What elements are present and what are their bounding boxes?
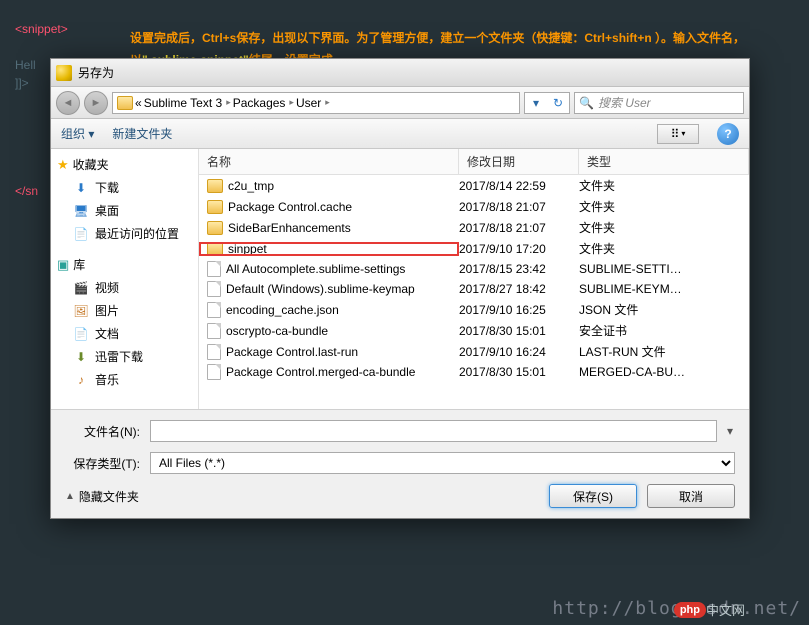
save-button[interactable]: 保存(S) bbox=[549, 484, 637, 508]
file-icon bbox=[207, 261, 221, 277]
cancel-button[interactable]: 取消 bbox=[647, 484, 735, 508]
dialog-bottom: 文件名(N): ▾ 保存类型(T): All Files (*.*) ▲隐藏文件… bbox=[51, 409, 749, 518]
table-row[interactable]: Default (Windows).sublime-keymap2017/8/2… bbox=[199, 279, 749, 299]
filename-input[interactable] bbox=[150, 420, 717, 442]
toolbar: 组织 ▾ 新建文件夹 ⠿▾ ? bbox=[51, 119, 749, 149]
breadcrumb-bar[interactable]: « Sublime Text 3▸ Packages▸ User▸ bbox=[112, 92, 520, 114]
search-input[interactable]: 🔍 搜索 User bbox=[574, 92, 744, 114]
nav-item-icon: ⬇ bbox=[73, 180, 89, 196]
nav-item-icon: ⬇ bbox=[73, 349, 89, 365]
history-dropdown-icon[interactable]: ▾ bbox=[525, 93, 547, 113]
table-row[interactable]: sinppet2017/9/10 17:20文件夹 bbox=[199, 238, 749, 259]
address-bar: ◄ ► « Sublime Text 3▸ Packages▸ User▸ ▾ … bbox=[51, 87, 749, 119]
view-mode-button[interactable]: ⠿▾ bbox=[657, 124, 699, 144]
table-row[interactable]: All Autocomplete.sublime-settings2017/8/… bbox=[199, 259, 749, 279]
file-list[interactable]: 名称 修改日期 类型 c2u_tmp2017/8/14 22:59文件夹Pack… bbox=[199, 149, 749, 409]
favorites-header[interactable]: ★收藏夹 bbox=[51, 153, 198, 176]
chevron-up-icon: ▲ bbox=[65, 491, 75, 502]
folder-icon bbox=[207, 179, 223, 193]
folder-icon bbox=[207, 221, 223, 235]
sidebar-item[interactable]: 📄文档 bbox=[51, 322, 198, 345]
refresh-dropdown[interactable]: ▾ ↻ bbox=[524, 92, 570, 114]
left-nav-pane: ★收藏夹 ⬇下载🖥桌面📄最近访问的位置 ▣库 🎬视频🖼图片📄文档⬇迅雷下载 ♪音… bbox=[51, 149, 199, 409]
libraries-header[interactable]: ▣库 bbox=[51, 253, 198, 276]
folder-icon bbox=[117, 96, 133, 110]
file-icon bbox=[207, 302, 221, 318]
dialog-title: 另存为 bbox=[78, 64, 744, 81]
table-row[interactable]: SideBarEnhancements2017/8/18 21:07文件夹 bbox=[199, 217, 749, 238]
table-row[interactable]: Package Control.last-run2017/9/10 16:24L… bbox=[199, 341, 749, 362]
column-headers[interactable]: 名称 修改日期 类型 bbox=[199, 149, 749, 175]
table-row[interactable]: Package Control.merged-ca-bundle2017/8/3… bbox=[199, 362, 749, 382]
col-type[interactable]: 类型 bbox=[579, 149, 749, 174]
filetype-select[interactable]: All Files (*.*) bbox=[150, 452, 735, 474]
table-row[interactable]: encoding_cache.json2017/9/10 16:25JSON 文… bbox=[199, 299, 749, 320]
organize-button[interactable]: 组织 ▾ bbox=[61, 125, 94, 142]
dialog-titlebar[interactable]: 另存为 bbox=[51, 59, 749, 87]
app-icon bbox=[56, 65, 72, 81]
watermark-badge: php 中文网 bbox=[674, 600, 745, 619]
sidebar-item[interactable]: 📄最近访问的位置 bbox=[51, 222, 198, 245]
dropdown-icon[interactable]: ▾ bbox=[727, 424, 735, 438]
nav-item-icon: 🖼 bbox=[73, 303, 89, 319]
music-icon: ♪ bbox=[73, 372, 89, 388]
sidebar-item[interactable]: 🖼图片 bbox=[51, 299, 198, 322]
nav-item-icon: 🖥 bbox=[73, 203, 89, 219]
sidebar-item[interactable]: ⬇下载 bbox=[51, 176, 198, 199]
filename-label: 文件名(N): bbox=[65, 423, 140, 440]
col-name[interactable]: 名称 bbox=[199, 149, 459, 174]
nav-forward-button[interactable]: ► bbox=[84, 91, 108, 115]
nav-item-icon: 📄 bbox=[73, 326, 89, 342]
nav-back-button[interactable]: ◄ bbox=[56, 91, 80, 115]
hide-folders-toggle[interactable]: ▲隐藏文件夹 bbox=[65, 488, 139, 505]
sidebar-item[interactable]: 🖥桌面 bbox=[51, 199, 198, 222]
refresh-icon[interactable]: ↻ bbox=[547, 93, 569, 113]
sidebar-item[interactable]: ⬇迅雷下载 bbox=[51, 345, 198, 368]
library-icon: ▣ bbox=[57, 257, 69, 273]
star-icon: ★ bbox=[57, 157, 69, 173]
nav-item-icon: 📄 bbox=[73, 226, 89, 242]
col-date[interactable]: 修改日期 bbox=[459, 149, 579, 174]
search-icon: 🔍 bbox=[579, 96, 594, 110]
folder-icon bbox=[207, 200, 223, 214]
table-row[interactable]: Package Control.cache2017/8/18 21:07文件夹 bbox=[199, 196, 749, 217]
save-as-dialog: 另存为 ◄ ► « Sublime Text 3▸ Packages▸ User… bbox=[50, 58, 750, 519]
file-icon bbox=[207, 344, 221, 360]
table-row[interactable]: c2u_tmp2017/8/14 22:59文件夹 bbox=[199, 175, 749, 196]
file-icon bbox=[207, 364, 221, 380]
table-row[interactable]: oscrypto-ca-bundle2017/8/30 15:01安全证书 bbox=[199, 320, 749, 341]
help-button[interactable]: ? bbox=[717, 123, 739, 145]
folder-icon bbox=[207, 242, 223, 256]
nav-item-icon: 🎬 bbox=[73, 280, 89, 296]
file-icon bbox=[207, 323, 221, 339]
sidebar-item[interactable]: 🎬视频 bbox=[51, 276, 198, 299]
file-icon bbox=[207, 281, 221, 297]
new-folder-button[interactable]: 新建文件夹 bbox=[112, 125, 172, 142]
filetype-label: 保存类型(T): bbox=[65, 455, 140, 472]
sidebar-item[interactable]: ♪音乐 bbox=[51, 368, 198, 391]
